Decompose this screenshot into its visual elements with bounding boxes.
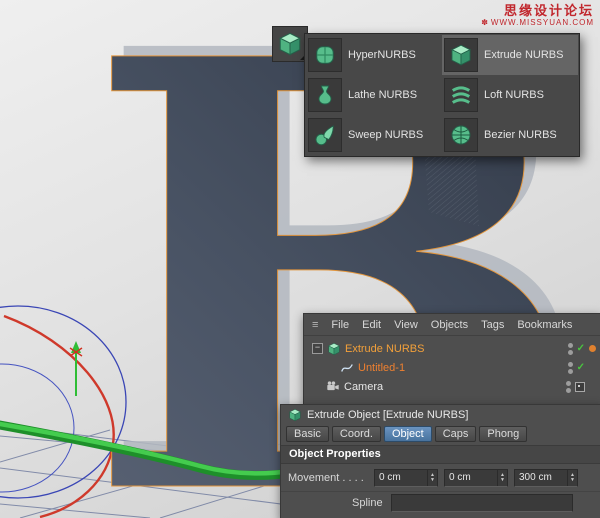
layer-color-dot[interactable] (589, 345, 596, 352)
spacer (589, 364, 596, 371)
menu-tags[interactable]: Tags (481, 319, 504, 331)
row-controls (566, 381, 600, 393)
movement-x-field[interactable]: 0 cm ▲▼ (374, 469, 438, 487)
menu-item-bezier-nurbs[interactable]: Bezier NURBS (442, 115, 578, 155)
watermark-subtitle: ✽WWW.MISSYUAN.COM (481, 18, 594, 28)
section-header-object-properties: Object Properties (281, 445, 600, 464)
hypernurbs-icon (308, 38, 342, 72)
menu-item-hypernurbs[interactable]: HyperNURBS (306, 35, 442, 75)
tab-basic[interactable]: Basic (286, 426, 329, 442)
movement-x-value[interactable]: 0 cm (375, 472, 427, 483)
movement-y-field[interactable]: 0 cm ▲▼ (444, 469, 508, 487)
movement-label: Movement . . . . (288, 472, 374, 484)
movement-fields: 0 cm ▲▼ 0 cm ▲▼ 300 cm ▲▼ (374, 469, 578, 487)
attribute-tabs: Basic Coord. Object Caps Phong (281, 425, 600, 445)
axis-gizmo[interactable] (70, 341, 82, 396)
menu-item-label: Loft NURBS (484, 89, 544, 101)
movement-y-value[interactable]: 0 cm (445, 472, 497, 483)
watermark-title: 思缘设计论坛 (481, 4, 594, 18)
attribute-title: Extrude Object [Extrude NURBS] (307, 409, 468, 421)
menu-item-lathe-nurbs[interactable]: Lathe NURBS (306, 75, 442, 115)
visibility-dots[interactable] (566, 381, 571, 393)
spline-icon (340, 361, 354, 375)
extrude-nurbs-icon (444, 38, 478, 72)
camera-icon (326, 380, 340, 394)
tree-row-untitled-1[interactable]: Untitled-1 ✓ (304, 358, 600, 377)
menu-edit[interactable]: Edit (362, 319, 381, 331)
enable-check-icon[interactable]: ✓ (577, 363, 585, 373)
loft-nurbs-icon (444, 78, 478, 112)
extrude-nurbs-icon (288, 408, 302, 422)
object-manager-menubar: ≡ File Edit View Objects Tags Bookmarks (304, 314, 600, 336)
menu-objects[interactable]: Objects (431, 319, 468, 331)
watermark-url: WWW.MISSYUAN.COM (491, 18, 594, 27)
tab-phong[interactable]: Phong (479, 426, 527, 442)
movement-z-spinner[interactable]: ▲▼ (567, 470, 577, 486)
bezier-nurbs-icon (444, 118, 478, 152)
menu-bookmarks[interactable]: Bookmarks (517, 319, 572, 331)
menu-item-extrude-nurbs[interactable]: Extrude NURBS (442, 35, 578, 75)
camera-view-toggle-icon[interactable] (575, 382, 585, 392)
visibility-dots[interactable] (568, 343, 573, 355)
sweep-nurbs-icon (308, 118, 342, 152)
menu-item-label: Sweep NURBS (348, 129, 423, 141)
menu-item-label: Lathe NURBS (348, 89, 417, 101)
tree-row-camera[interactable]: Camera (304, 377, 600, 396)
object-label[interactable]: Untitled-1 (358, 362, 405, 374)
movement-z-value[interactable]: 300 cm (515, 472, 567, 483)
expander-icon[interactable]: − (312, 343, 323, 354)
movement-x-spinner[interactable]: ▲▼ (427, 470, 437, 486)
movement-y-spinner[interactable]: ▲▼ (497, 470, 507, 486)
menu-item-sweep-nurbs[interactable]: Sweep NURBS (306, 115, 442, 155)
tab-coord[interactable]: Coord. (332, 426, 381, 442)
menu-view[interactable]: View (394, 319, 418, 331)
nurbs-toolbar-button[interactable] (272, 26, 308, 62)
spline-label: Spline (352, 497, 383, 509)
tab-caps[interactable]: Caps (435, 426, 477, 442)
spacer (589, 383, 596, 390)
menu-item-loft-nurbs[interactable]: Loft NURBS (442, 75, 578, 115)
movement-z-field[interactable]: 300 cm ▲▼ (514, 469, 578, 487)
menu-item-label: HyperNURBS (348, 49, 416, 61)
attribute-title-bar: Extrude Object [Extrude NURBS] (281, 405, 600, 425)
enable-check-icon[interactable]: ✓ (577, 344, 585, 354)
tab-object[interactable]: Object (384, 426, 432, 442)
lathe-nurbs-icon (308, 78, 342, 112)
object-label[interactable]: Extrude NURBS (345, 343, 424, 355)
menu-item-label: Bezier NURBS (484, 129, 557, 141)
row-controls: ✓ (568, 362, 600, 374)
panel-menu-icon[interactable]: ≡ (312, 319, 318, 331)
attribute-manager-panel: Extrude Object [Extrude NURBS] Basic Coo… (280, 404, 600, 518)
object-tree: − Extrude NURBS ✓ Untitled-1 ✓ (304, 336, 600, 396)
extrude-nurbs-icon (327, 342, 341, 356)
object-manager-panel: ≡ File Edit View Objects Tags Bookmarks … (303, 313, 600, 406)
movement-row: Movement . . . . 0 cm ▲▼ 0 cm ▲▼ 300 cm … (281, 464, 600, 491)
menu-file[interactable]: File (331, 319, 349, 331)
spline-row: Spline (281, 491, 600, 514)
application-window: B B 思缘设计论坛 ✽WWW.MISSYUAN.COM (0, 0, 600, 518)
watermark: 思缘设计论坛 ✽WWW.MISSYUAN.COM (481, 4, 594, 28)
spline-link-field[interactable] (391, 494, 573, 512)
watermark-logo-icon: ✽ (481, 18, 489, 27)
object-label[interactable]: Camera (344, 381, 383, 393)
row-controls: ✓ (568, 343, 600, 355)
tree-row-extrude-nurbs[interactable]: − Extrude NURBS ✓ (304, 339, 600, 358)
menu-item-label: Extrude NURBS (484, 49, 563, 61)
nurbs-popup-menu: HyperNURBS Extrude NURBS Lathe NURBS Lof… (304, 33, 580, 157)
visibility-dots[interactable] (568, 362, 573, 374)
